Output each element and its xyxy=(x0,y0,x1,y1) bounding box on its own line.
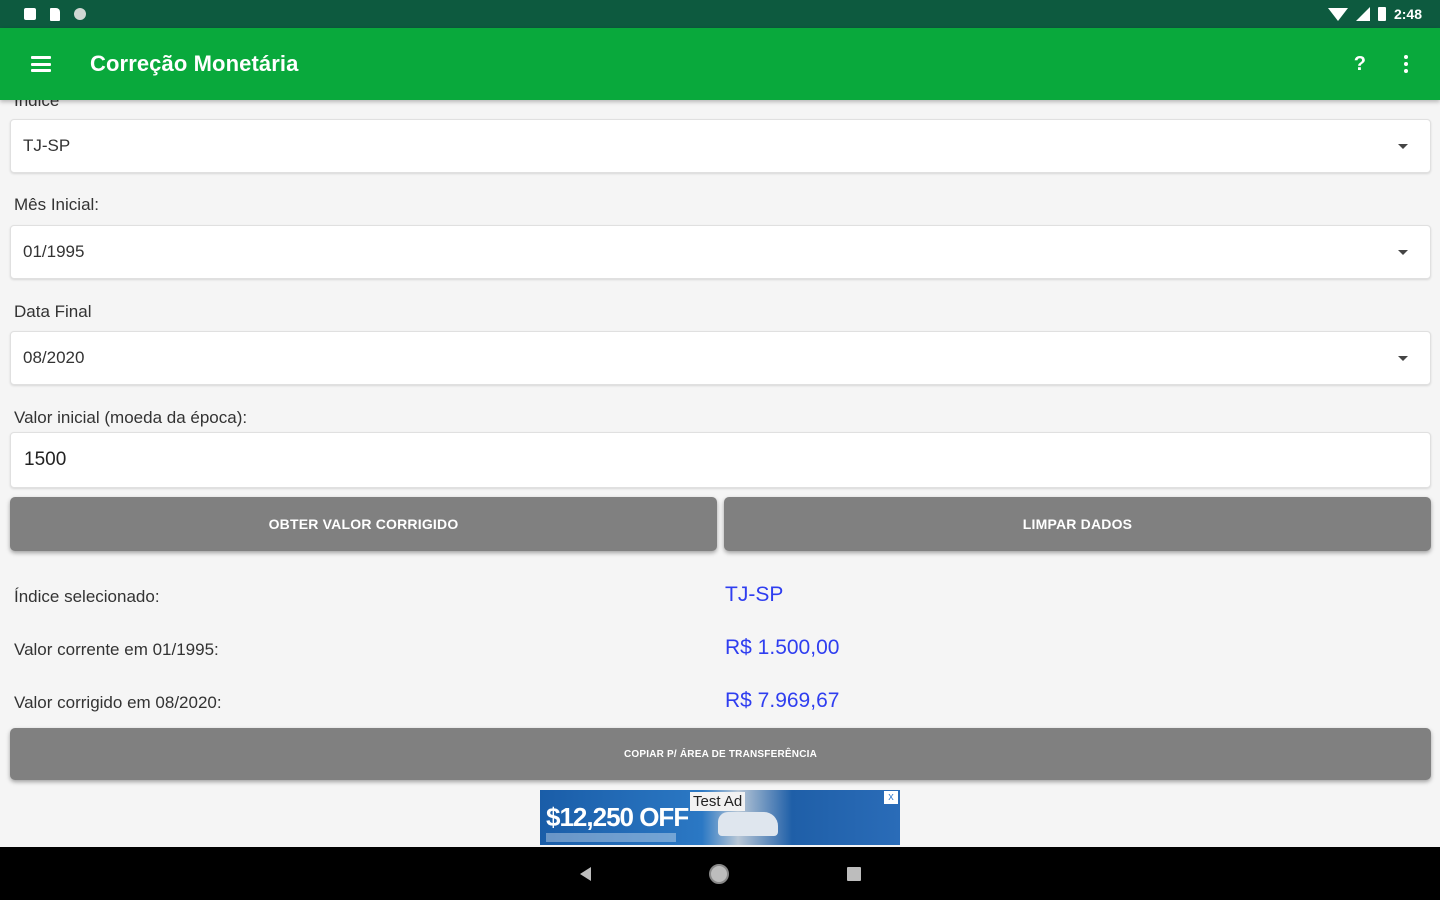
caret-down-icon xyxy=(1398,356,1408,361)
status-time: 2:48 xyxy=(1393,6,1422,22)
valor-inicial-input[interactable]: 1500 xyxy=(10,432,1431,488)
indice-select[interactable]: TJ-SP xyxy=(10,119,1431,173)
indice-select-value: TJ-SP xyxy=(23,136,71,155)
app-title: Correção Monetária xyxy=(90,51,299,76)
valor-corrente-label: Valor corrente em 01/1995: xyxy=(14,640,219,659)
mes-inicial-select[interactable]: 01/1995 xyxy=(10,225,1431,279)
mes-inicial-label: Mês Inicial: xyxy=(14,195,100,214)
sync-icon xyxy=(74,8,86,20)
limpar-dados-button[interactable]: LIMPAR DADOS xyxy=(724,497,1431,551)
menu-icon[interactable] xyxy=(31,56,51,72)
app-toolbar: Correção Monetária ? xyxy=(0,28,1440,100)
copiar-button[interactable]: COPIAR P/ ÁREA DE TRANSFERÊNCIA xyxy=(10,728,1431,780)
data-final-select[interactable]: 08/2020 xyxy=(10,331,1431,385)
valor-corrigido-label: Valor corrigido em 08/2020: xyxy=(14,693,222,712)
data-final-label: Data Final xyxy=(14,302,92,321)
car-image xyxy=(718,812,778,836)
more-vert-icon[interactable] xyxy=(1400,53,1412,75)
valor-corrigido-value: R$ 7.969,67 xyxy=(725,689,840,712)
caret-down-icon xyxy=(1398,250,1408,255)
indice-label: Índice xyxy=(14,100,60,110)
status-bar: 2:48 xyxy=(0,0,1440,28)
sd-card-icon xyxy=(50,7,60,21)
ad-close-icon[interactable]: x xyxy=(884,791,898,804)
main-content: Índice TJ-SP Mês Inicial: 01/1995 Data F… xyxy=(0,100,1440,847)
ad-test-tag: Test Ad xyxy=(690,792,746,811)
valor-inicial-label: Valor inicial (moeda da época): xyxy=(14,408,248,427)
caret-down-icon xyxy=(1398,144,1408,149)
ad-banner[interactable]: $12,250 OFF Test Ad x xyxy=(540,790,900,845)
obter-valor-button[interactable]: OBTER VALOR CORRIGIDO xyxy=(10,497,717,551)
ad-price: $12,250 OFF xyxy=(546,802,689,832)
valor-inicial-value: 1500 xyxy=(24,449,67,470)
battery-icon xyxy=(1377,7,1386,21)
notification-icons xyxy=(24,7,86,21)
help-icon[interactable]: ? xyxy=(1354,53,1366,76)
navigation-bar xyxy=(0,847,1440,900)
ad-fine-print xyxy=(546,833,676,842)
back-icon[interactable] xyxy=(579,866,591,881)
indice-selecionado-label: Índice selecionado: xyxy=(14,587,160,606)
wifi-icon xyxy=(1327,7,1348,21)
recents-icon[interactable] xyxy=(846,866,861,881)
notification-icon xyxy=(24,8,36,20)
cell-signal-icon xyxy=(1355,7,1370,21)
indice-selecionado-value: TJ-SP xyxy=(725,583,784,606)
valor-corrente-value: R$ 1.500,00 xyxy=(725,636,840,659)
mes-inicial-value: 01/1995 xyxy=(23,242,85,261)
home-icon[interactable] xyxy=(708,863,729,884)
data-final-value: 08/2020 xyxy=(23,348,85,367)
